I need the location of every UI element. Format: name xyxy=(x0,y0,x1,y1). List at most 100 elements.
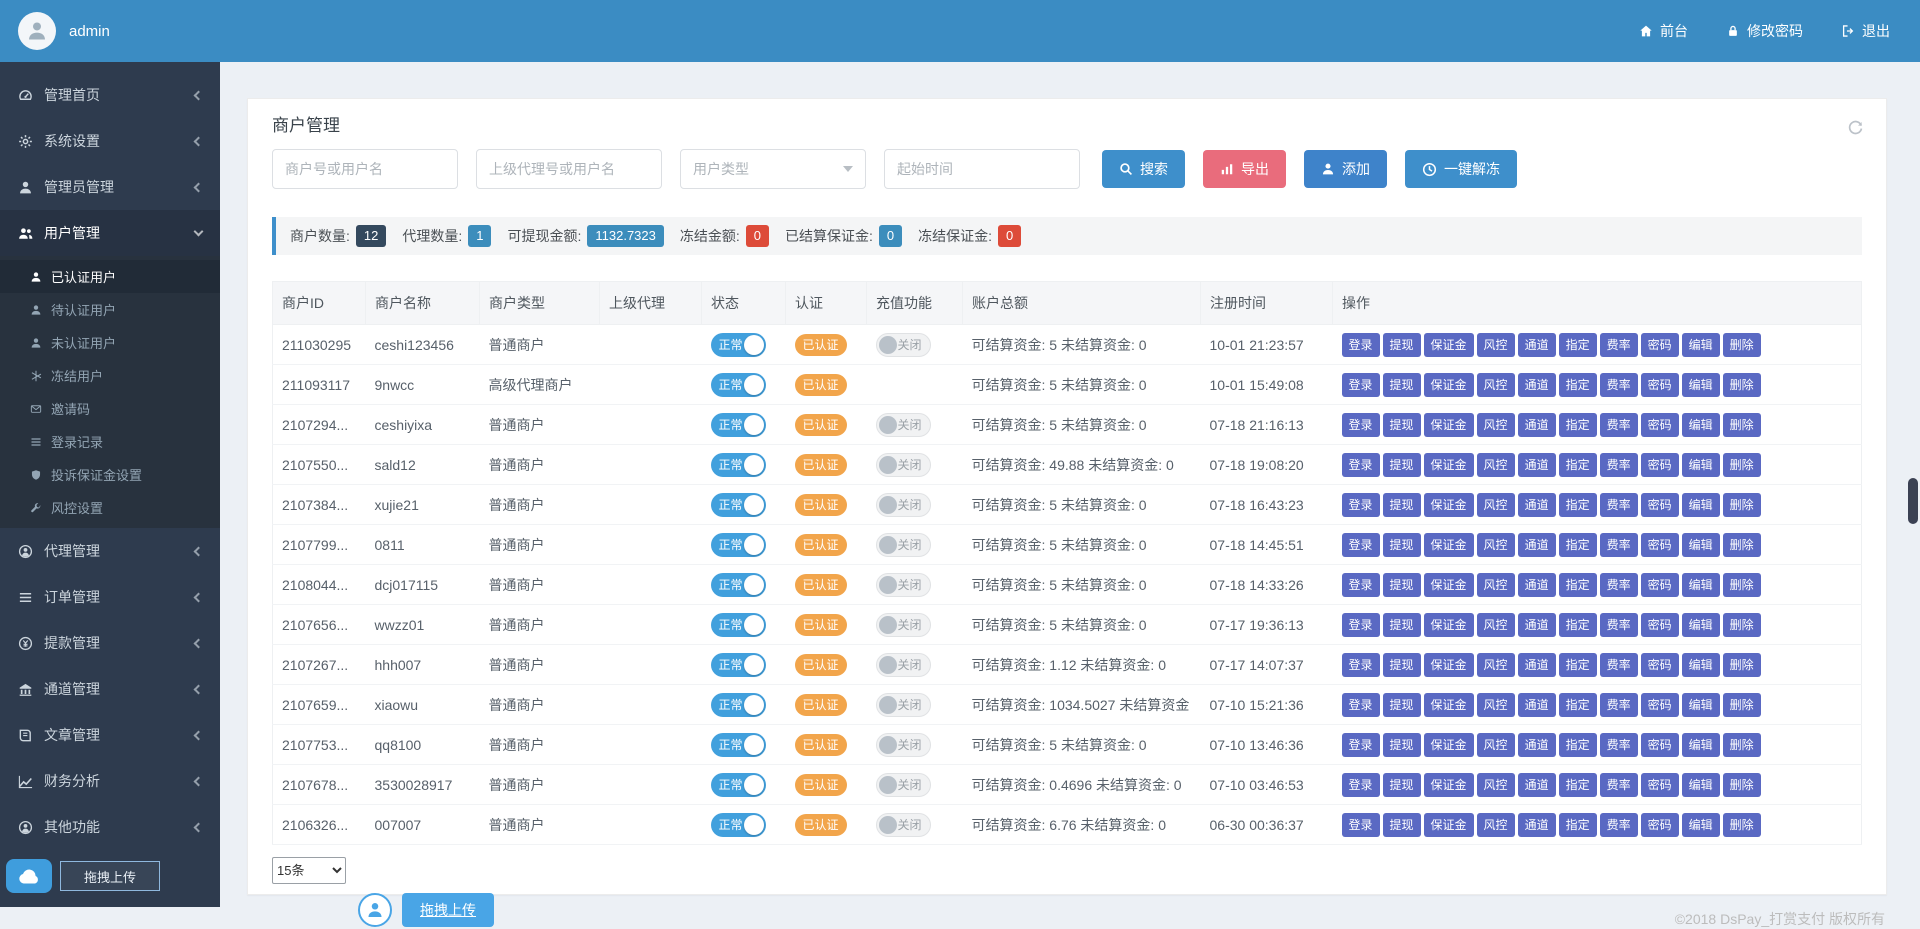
start-time-input[interactable] xyxy=(884,149,1080,189)
row-action-password-button[interactable]: 密码 xyxy=(1641,573,1679,597)
row-action-withdraw-button[interactable]: 提现 xyxy=(1383,373,1421,397)
status-toggle[interactable]: 正常 xyxy=(711,453,766,477)
row-action-delete-button[interactable]: 删除 xyxy=(1723,533,1761,557)
row-action-deposit-button[interactable]: 保证金 xyxy=(1424,333,1474,357)
sidebar-subitem-verified-users[interactable]: 已认证用户 xyxy=(0,260,220,293)
row-action-rate-button[interactable]: 费率 xyxy=(1600,813,1638,837)
sidebar-item-agent-management[interactable]: 代理管理 xyxy=(0,528,220,574)
row-action-login-button[interactable]: 登录 xyxy=(1342,733,1380,757)
row-action-risk-button[interactable]: 风控 xyxy=(1477,733,1515,757)
status-toggle[interactable]: 正常 xyxy=(711,813,766,837)
recharge-toggle[interactable]: 关闭 xyxy=(876,453,931,477)
row-action-risk-button[interactable]: 风控 xyxy=(1477,773,1515,797)
row-action-login-button[interactable]: 登录 xyxy=(1342,373,1380,397)
row-action-assign-button[interactable]: 指定 xyxy=(1559,453,1597,477)
recharge-toggle[interactable]: 关闭 xyxy=(876,653,931,677)
sidebar-item-channel-management[interactable]: 通道管理 xyxy=(0,666,220,712)
row-action-withdraw-button[interactable]: 提现 xyxy=(1383,333,1421,357)
row-action-assign-button[interactable]: 指定 xyxy=(1559,573,1597,597)
status-toggle[interactable]: 正常 xyxy=(711,653,766,677)
refresh-icon[interactable] xyxy=(1847,119,1864,136)
row-action-login-button[interactable]: 登录 xyxy=(1342,493,1380,517)
row-action-edit-button[interactable]: 编辑 xyxy=(1682,653,1720,677)
recharge-toggle[interactable]: 关闭 xyxy=(876,693,931,717)
row-action-edit-button[interactable]: 编辑 xyxy=(1682,813,1720,837)
row-action-deposit-button[interactable]: 保证金 xyxy=(1424,573,1474,597)
row-action-withdraw-button[interactable]: 提现 xyxy=(1383,493,1421,517)
header-change-password-link[interactable]: 修改密码 xyxy=(1726,21,1803,41)
row-action-rate-button[interactable]: 费率 xyxy=(1600,373,1638,397)
row-action-risk-button[interactable]: 风控 xyxy=(1477,333,1515,357)
row-action-password-button[interactable]: 密码 xyxy=(1641,533,1679,557)
row-action-channel-button[interactable]: 通道 xyxy=(1518,573,1556,597)
status-toggle[interactable]: 正常 xyxy=(711,613,766,637)
row-action-channel-button[interactable]: 通道 xyxy=(1518,533,1556,557)
row-action-delete-button[interactable]: 删除 xyxy=(1723,413,1761,437)
unfreeze-button[interactable]: 一键解冻 xyxy=(1405,150,1517,188)
row-action-delete-button[interactable]: 删除 xyxy=(1723,333,1761,357)
row-action-risk-button[interactable]: 风控 xyxy=(1477,493,1515,517)
row-action-deposit-button[interactable]: 保证金 xyxy=(1424,613,1474,637)
recharge-toggle[interactable]: 关闭 xyxy=(876,573,931,597)
row-action-risk-button[interactable]: 风控 xyxy=(1477,413,1515,437)
row-action-deposit-button[interactable]: 保证金 xyxy=(1424,373,1474,397)
recharge-toggle[interactable]: 关闭 xyxy=(876,413,931,437)
row-action-edit-button[interactable]: 编辑 xyxy=(1682,493,1720,517)
row-action-edit-button[interactable]: 编辑 xyxy=(1682,613,1720,637)
row-action-assign-button[interactable]: 指定 xyxy=(1559,333,1597,357)
recharge-toggle[interactable]: 关闭 xyxy=(876,533,931,557)
status-toggle[interactable]: 正常 xyxy=(711,733,766,757)
floating-drag-upload[interactable]: 拖拽上传 xyxy=(358,893,494,927)
row-action-rate-button[interactable]: 费率 xyxy=(1600,733,1638,757)
status-toggle[interactable]: 正常 xyxy=(711,533,766,557)
row-action-delete-button[interactable]: 删除 xyxy=(1723,653,1761,677)
status-toggle[interactable]: 正常 xyxy=(711,333,766,357)
row-action-risk-button[interactable]: 风控 xyxy=(1477,453,1515,477)
row-action-password-button[interactable]: 密码 xyxy=(1641,373,1679,397)
row-action-login-button[interactable]: 登录 xyxy=(1342,693,1380,717)
row-action-delete-button[interactable]: 删除 xyxy=(1723,613,1761,637)
row-action-delete-button[interactable]: 删除 xyxy=(1723,733,1761,757)
row-action-edit-button[interactable]: 编辑 xyxy=(1682,373,1720,397)
row-action-channel-button[interactable]: 通道 xyxy=(1518,773,1556,797)
header-logout-link[interactable]: 退出 xyxy=(1841,21,1890,41)
row-action-risk-button[interactable]: 风控 xyxy=(1477,373,1515,397)
row-action-login-button[interactable]: 登录 xyxy=(1342,453,1380,477)
row-action-assign-button[interactable]: 指定 xyxy=(1559,613,1597,637)
row-action-password-button[interactable]: 密码 xyxy=(1641,413,1679,437)
row-action-rate-button[interactable]: 费率 xyxy=(1600,613,1638,637)
recharge-toggle[interactable]: 关闭 xyxy=(876,733,931,757)
row-action-edit-button[interactable]: 编辑 xyxy=(1682,573,1720,597)
row-action-edit-button[interactable]: 编辑 xyxy=(1682,773,1720,797)
row-action-login-button[interactable]: 登录 xyxy=(1342,773,1380,797)
status-toggle[interactable]: 正常 xyxy=(711,693,766,717)
row-action-rate-button[interactable]: 费率 xyxy=(1600,773,1638,797)
row-action-login-button[interactable]: 登录 xyxy=(1342,573,1380,597)
search-button[interactable]: 搜索 xyxy=(1102,150,1185,188)
user-type-select[interactable]: 用户类型 xyxy=(680,149,866,189)
status-toggle[interactable]: 正常 xyxy=(711,493,766,517)
sidebar-drag-upload[interactable]: 拖拽上传 xyxy=(6,859,160,893)
row-action-assign-button[interactable]: 指定 xyxy=(1559,733,1597,757)
row-action-deposit-button[interactable]: 保证金 xyxy=(1424,653,1474,677)
row-action-delete-button[interactable]: 删除 xyxy=(1723,693,1761,717)
merchant-search-input[interactable] xyxy=(272,149,458,189)
row-action-deposit-button[interactable]: 保证金 xyxy=(1424,813,1474,837)
row-action-channel-button[interactable]: 通道 xyxy=(1518,653,1556,677)
row-action-channel-button[interactable]: 通道 xyxy=(1518,613,1556,637)
row-action-password-button[interactable]: 密码 xyxy=(1641,773,1679,797)
row-action-assign-button[interactable]: 指定 xyxy=(1559,813,1597,837)
row-action-password-button[interactable]: 密码 xyxy=(1641,653,1679,677)
row-action-password-button[interactable]: 密码 xyxy=(1641,733,1679,757)
row-action-login-button[interactable]: 登录 xyxy=(1342,533,1380,557)
sidebar-item-other-functions[interactable]: 其他功能 xyxy=(0,804,220,850)
row-action-rate-button[interactable]: 费率 xyxy=(1600,493,1638,517)
row-action-rate-button[interactable]: 费率 xyxy=(1600,333,1638,357)
sidebar-item-order-management[interactable]: 订单管理 xyxy=(0,574,220,620)
row-action-password-button[interactable]: 密码 xyxy=(1641,693,1679,717)
row-action-edit-button[interactable]: 编辑 xyxy=(1682,333,1720,357)
row-action-withdraw-button[interactable]: 提现 xyxy=(1383,533,1421,557)
sidebar-item-admin-management[interactable]: 管理员管理 xyxy=(0,164,220,210)
scrollbar-thumb[interactable] xyxy=(1908,478,1918,524)
row-action-withdraw-button[interactable]: 提现 xyxy=(1383,613,1421,637)
